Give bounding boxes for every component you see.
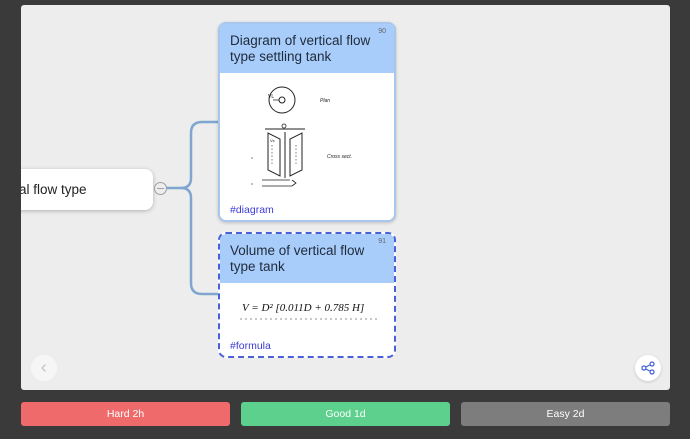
- card-tag[interactable]: #formula: [230, 340, 271, 352]
- root-topic-label: al flow type: [21, 182, 87, 197]
- flashcard-diagram[interactable]: 90 Diagram of vertical flow type settlin…: [218, 22, 396, 222]
- share-button[interactable]: [635, 355, 661, 381]
- card-header: 91 Volume of vertical flow type tank: [220, 234, 394, 283]
- card-number: 90: [378, 28, 386, 35]
- settling-tank-sketch: VL Plan Vs Cross sect.: [251, 86, 352, 187]
- good-button[interactable]: Good 1d: [241, 402, 450, 426]
- sketch-label-vs: Vs: [270, 138, 275, 143]
- card-header: 90 Diagram of vertical flow type settlin…: [220, 24, 394, 73]
- share-icon: [641, 361, 655, 375]
- card-tag[interactable]: #diagram: [230, 204, 274, 216]
- card-number: 91: [378, 238, 386, 245]
- chevron-left-icon: [41, 364, 46, 372]
- sketch-label-cross-section: Cross sect.: [327, 154, 352, 160]
- mindmap-canvas: al flow type 90 Diagram of vertical flow…: [21, 5, 670, 390]
- card-title: Volume of vertical flow type tank: [230, 243, 365, 274]
- previous-button[interactable]: [31, 355, 57, 381]
- flashcard-formula[interactable]: 91 Volume of vertical flow type tank V =…: [218, 232, 396, 358]
- card-title: Diagram of vertical flow type settling t…: [230, 33, 371, 64]
- sketch-label-vl: VL: [268, 94, 274, 100]
- formula-text: V = D² [0.011D + 0.785 H]: [242, 302, 364, 314]
- root-topic-node[interactable]: al flow type: [21, 169, 153, 210]
- volume-formula-image: V = D² [0.011D + 0.785 H]: [240, 302, 378, 320]
- sketch-label-plan: Plan: [320, 98, 330, 104]
- easy-button[interactable]: Easy 2d: [461, 402, 670, 426]
- hard-button[interactable]: Hard 2h: [21, 402, 230, 426]
- collapse-toggle-icon[interactable]: [154, 182, 167, 195]
